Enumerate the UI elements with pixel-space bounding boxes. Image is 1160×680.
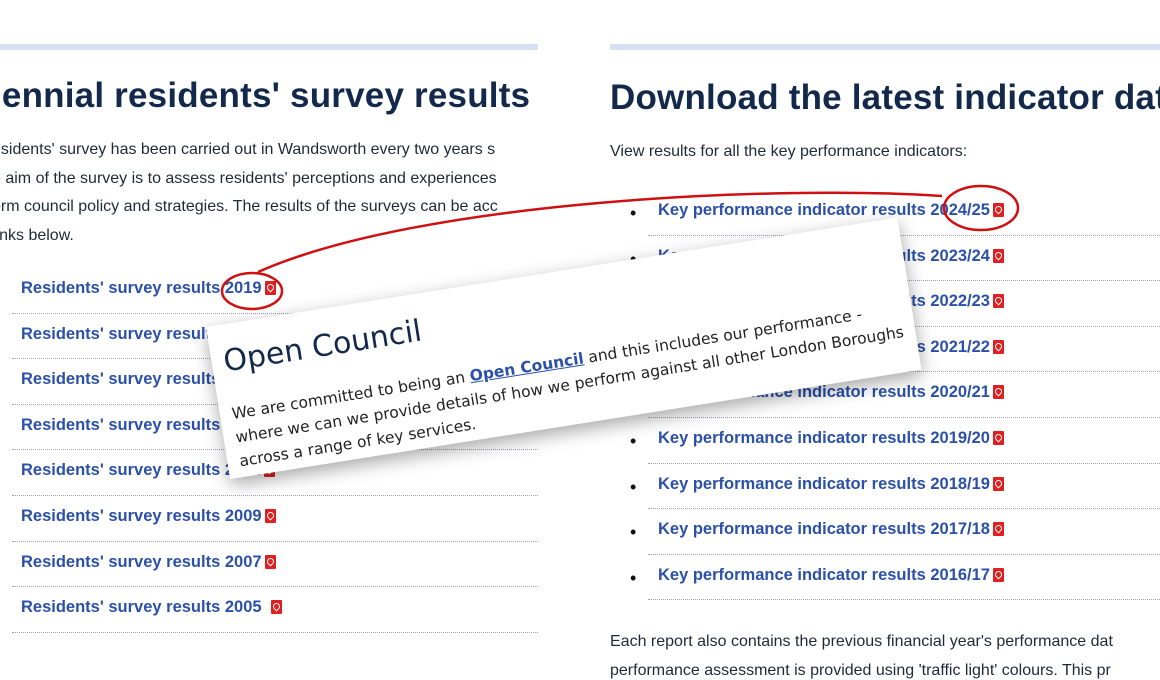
residents-survey-description: esidents' survey has been carried out in… <box>0 136 540 250</box>
pdf-icon <box>992 476 1004 491</box>
section-divider <box>610 44 1160 50</box>
pdf-icon <box>992 248 1004 263</box>
footer-line: Each report also contains the previous f… <box>610 633 1113 650</box>
list-item: Residents' survey results 2005 <box>12 587 538 633</box>
list-item: • Key performance indicator results 2017/… <box>630 509 1160 555</box>
list-item: • Key performance indicator results 2024/… <box>630 190 1160 236</box>
survey-link-2007[interactable]: Residents' survey results 2007 <box>21 553 262 571</box>
pdf-icon <box>992 203 1004 217</box>
list-item: • Key performance indicator results 2018/… <box>630 464 1160 510</box>
section-divider <box>0 44 538 50</box>
list-item: Residents' survey results 2009 <box>12 496 538 542</box>
pdf-icon <box>992 430 1004 445</box>
pdf-icon <box>264 281 276 295</box>
indicator-data-heading: Download the latest indicator dat <box>610 78 1160 117</box>
bullet: • <box>630 203 637 223</box>
pdf-icon <box>992 567 1004 582</box>
survey-link-2005[interactable]: Residents' survey results 2005 <box>21 598 262 616</box>
kpi-link-2017-18[interactable]: Key performance indicator results 2017/1… <box>658 520 990 538</box>
list-item: Residents' survey results 2007 <box>12 542 538 588</box>
bullet: • <box>630 567 637 588</box>
kpi-link-2024-25[interactable]: Key performance indicator results 2024/2… <box>658 201 990 219</box>
footer-line: performance assessment is provided using… <box>610 661 1111 679</box>
residents-survey-heading: iennial residents' survey results <box>0 76 531 115</box>
indicator-footer-text: Each report also contains the previous f… <box>610 628 1113 680</box>
description-line: e aim of the survey is to assess residen… <box>0 169 497 187</box>
kpi-link-2016-17[interactable]: Key performance indicator results 2016/1… <box>658 566 990 584</box>
list-item: • Key performance indicator results 2019/… <box>630 418 1160 464</box>
pdf-icon <box>264 554 276 569</box>
kpi-link-2019-20[interactable]: Key performance indicator results 2019/2… <box>658 429 990 447</box>
description-line: esidents' survey has been carried out in… <box>0 141 496 158</box>
survey-link-2009[interactable]: Residents' survey results 2009 <box>21 507 262 525</box>
survey-link-2011[interactable]: Residents' survey results 2011 <box>21 461 261 479</box>
pdf-icon <box>992 339 1004 354</box>
bullet: • <box>630 430 637 451</box>
bullet: • <box>630 476 637 497</box>
pdf-icon <box>992 522 1004 537</box>
indicator-intro: View results for all the key performance… <box>610 143 968 160</box>
survey-link-2019[interactable]: Residents' survey results 2019 <box>21 279 262 297</box>
pdf-icon <box>992 294 1004 309</box>
pdf-icon <box>270 600 282 615</box>
list-item: • Key performance indicator results 2016/… <box>630 555 1160 601</box>
open-council-title: Open Council <box>220 313 425 380</box>
kpi-link-2018-19[interactable]: Key performance indicator results 2018/1… <box>658 475 990 493</box>
description-line: orm council policy and strategies. The r… <box>0 198 498 215</box>
bullet: • <box>630 522 637 543</box>
pdf-icon <box>992 385 1004 400</box>
pdf-icon <box>264 508 276 523</box>
description-line: links below. <box>0 226 74 244</box>
